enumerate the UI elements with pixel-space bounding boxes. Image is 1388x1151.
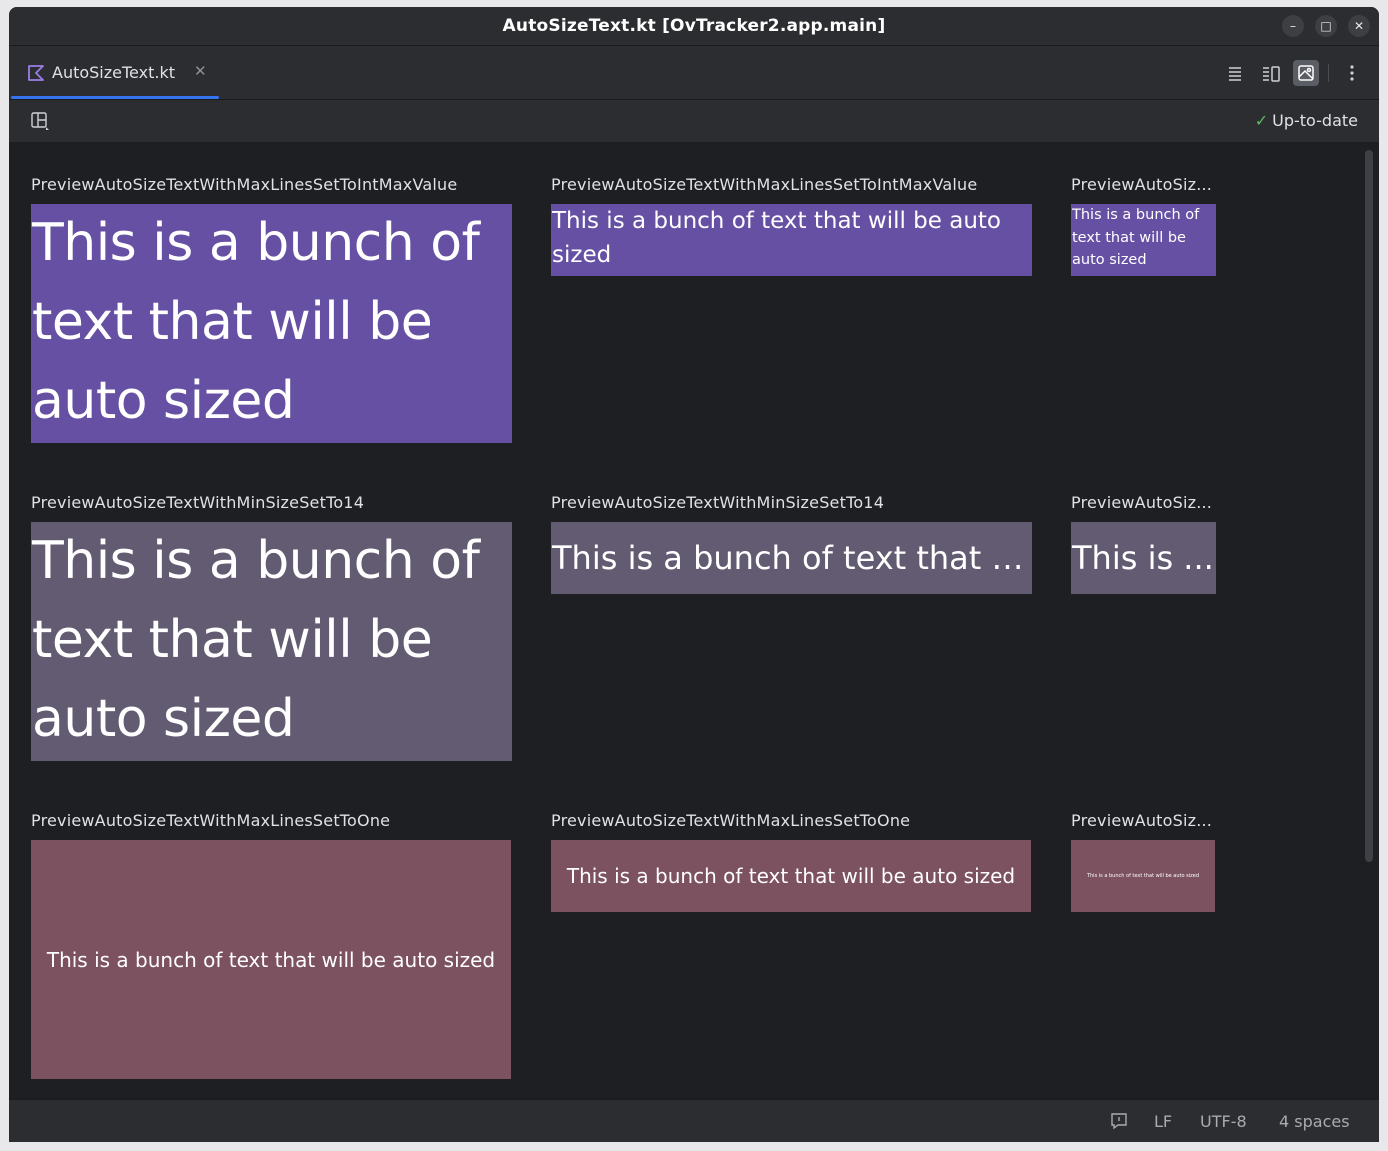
- preview-text: This is a bunch of text that will be aut…: [46, 947, 496, 972]
- image-icon: [1298, 65, 1314, 81]
- preview-card[interactable]: This is a bunch of text that will be aut…: [551, 204, 1032, 276]
- indent-indicator[interactable]: 4 spaces: [1279, 1112, 1350, 1131]
- layout-toggle-button[interactable]: [29, 110, 51, 132]
- split-icon: [1263, 66, 1280, 82]
- notifications-button[interactable]: [1109, 1111, 1129, 1131]
- preview-canvas[interactable]: PreviewAutoSizeTextWithMaxLinesSetToIntM…: [9, 142, 1379, 1099]
- encoding-indicator[interactable]: UTF-8: [1200, 1112, 1247, 1131]
- vertical-dots-icon: [1350, 65, 1354, 81]
- vertical-scrollbar[interactable]: [1365, 150, 1373, 862]
- preview-toolbar: ✓ Up-to-date: [9, 100, 1379, 142]
- line-ending-indicator[interactable]: LF: [1154, 1112, 1172, 1131]
- ide-window: AutoSizeText.kt [OvTracker2.app.main] – …: [9, 7, 1379, 1142]
- check-icon: ✓: [1254, 111, 1269, 130]
- preview-label: PreviewAutoSiz...: [1071, 493, 1213, 512]
- active-tab-indicator: [11, 96, 219, 99]
- tab-autosizetext[interactable]: AutoSizeText.kt ✕: [11, 46, 219, 99]
- kotlin-file-icon: [27, 64, 45, 86]
- preview-label: PreviewAutoSiz...: [1071, 175, 1213, 194]
- preview-label: PreviewAutoSizeTextWithMinSizeSetTo14: [551, 493, 885, 512]
- tab-label: AutoSizeText.kt: [52, 63, 175, 82]
- toolbar-divider: [1328, 64, 1329, 82]
- more-options-button[interactable]: [1339, 60, 1365, 86]
- minimize-button[interactable]: –: [1282, 15, 1304, 37]
- preview-label: PreviewAutoSiz...: [1071, 811, 1213, 830]
- preview-card[interactable]: This is ...: [1071, 522, 1216, 594]
- preview-card[interactable]: This is a bunch of text that will be aut…: [1071, 840, 1215, 912]
- preview-text: This is a bunch of text that will be aut…: [1086, 873, 1200, 879]
- lines-icon: [1229, 67, 1241, 81]
- code-view-button[interactable]: [1222, 60, 1248, 86]
- preview-label: PreviewAutoSizeTextWithMaxLinesSetToOne: [31, 811, 391, 830]
- window-title: AutoSizeText.kt [OvTracker2.app.main]: [502, 16, 886, 36]
- preview-label: PreviewAutoSizeTextWithMaxLinesSetToIntM…: [31, 175, 458, 194]
- comment-icon: [1111, 1113, 1127, 1130]
- preview-label: PreviewAutoSizeTextWithMinSizeSetTo14: [31, 493, 365, 512]
- preview-card[interactable]: This is a bunch of text that w...: [551, 522, 1032, 594]
- preview-card[interactable]: This is a bunch of text that will be aut…: [31, 840, 511, 1079]
- title-bar: AutoSizeText.kt [OvTracker2.app.main] – …: [9, 7, 1379, 46]
- preview-label: PreviewAutoSizeTextWithMaxLinesSetToIntM…: [551, 175, 978, 194]
- status-label: Up-to-date: [1272, 111, 1358, 130]
- status-bar: LF UTF-8 4 spaces: [9, 1099, 1379, 1142]
- preview-status: ✓ Up-to-date: [1255, 111, 1358, 130]
- design-view-button[interactable]: [1293, 60, 1319, 86]
- split-view-button[interactable]: [1258, 60, 1284, 86]
- preview-text: This is a bunch of text that will be aut…: [566, 864, 1016, 888]
- preview-card[interactable]: This is a bunch of text that will be aut…: [31, 204, 512, 443]
- maximize-button[interactable]: □: [1315, 15, 1337, 37]
- preview-card[interactable]: This is a bunch of text that will be aut…: [551, 840, 1031, 912]
- preview-card[interactable]: This is a bunch of text that will be aut…: [1071, 204, 1216, 276]
- tab-close-icon[interactable]: ✕: [194, 62, 207, 80]
- preview-label: PreviewAutoSizeTextWithMaxLinesSetToOne: [551, 811, 911, 830]
- close-window-button[interactable]: ✕: [1348, 15, 1370, 37]
- editor-tab-bar: AutoSizeText.kt ✕: [9, 46, 1379, 100]
- preview-card[interactable]: This is a bunch of text that will be aut…: [31, 522, 512, 761]
- layout-icon: [31, 112, 49, 130]
